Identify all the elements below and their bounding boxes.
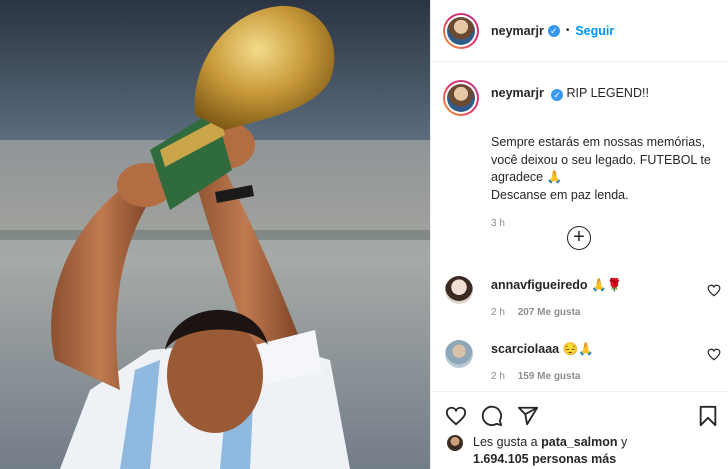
share-icon[interactable] bbox=[517, 405, 539, 427]
caption-body: Sempre estarás em nossas memórias, você … bbox=[491, 135, 711, 202]
post-caption: neymarjr ✓ RIP LEGEND!! Sempre estarás e… bbox=[443, 80, 719, 229]
caption-username[interactable]: neymarjr bbox=[491, 86, 544, 100]
post-header: neymarjr ✓ • Seguir bbox=[431, 0, 728, 62]
post-side-panel: neymarjr ✓ • Seguir neymarjr ✓ RIP LEGEN… bbox=[430, 0, 728, 469]
avatar[interactable] bbox=[443, 12, 479, 49]
separator-dot: • bbox=[565, 25, 570, 36]
comment-username[interactable]: scarciolaaa bbox=[491, 342, 559, 356]
post-time[interactable]: 3 h bbox=[491, 218, 719, 229]
likes-prefix: Les gusta a bbox=[473, 435, 538, 449]
liker-avatar[interactable] bbox=[447, 435, 463, 451]
header-username[interactable]: neymarjr bbox=[491, 24, 544, 38]
follow-button[interactable]: Seguir bbox=[575, 24, 614, 38]
likes-connector: y bbox=[621, 435, 628, 449]
comment-text: 😔🙏 bbox=[562, 342, 594, 356]
caption-title: RIP LEGEND!! bbox=[566, 86, 649, 100]
comment-heart-icon[interactable] bbox=[707, 284, 721, 297]
post-photo[interactable] bbox=[0, 0, 430, 469]
caption-avatar[interactable] bbox=[443, 80, 479, 116]
comment-likes[interactable]: 207 Me gusta bbox=[518, 307, 581, 318]
comment-likes[interactable]: 159 Me gusta bbox=[518, 371, 581, 382]
heart-icon[interactable] bbox=[445, 405, 467, 427]
comment-time[interactable]: 2 h bbox=[491, 371, 505, 382]
bookmark-icon[interactable] bbox=[697, 405, 719, 427]
comment-heart-icon[interactable] bbox=[707, 348, 721, 361]
likes-count[interactable]: 1.694.105 personas más bbox=[473, 452, 616, 466]
comment-icon[interactable] bbox=[481, 405, 503, 427]
load-more-comments-icon[interactable]: + bbox=[567, 226, 591, 250]
verified-icon: ✓ bbox=[547, 24, 560, 37]
comment-username[interactable]: annavfigueiredo bbox=[491, 278, 588, 292]
likes-summary: Les gusta a pata_salmon y 1.694.105 pers… bbox=[473, 434, 723, 468]
comment-time[interactable]: 2 h bbox=[491, 307, 505, 318]
post-image bbox=[0, 0, 430, 469]
comment-avatar[interactable] bbox=[445, 340, 473, 368]
comment-text: 🙏🌹 bbox=[591, 278, 623, 292]
verified-icon: ✓ bbox=[551, 89, 564, 101]
comment-avatar[interactable] bbox=[445, 276, 473, 304]
liker-username[interactable]: pata_salmon bbox=[541, 435, 617, 449]
